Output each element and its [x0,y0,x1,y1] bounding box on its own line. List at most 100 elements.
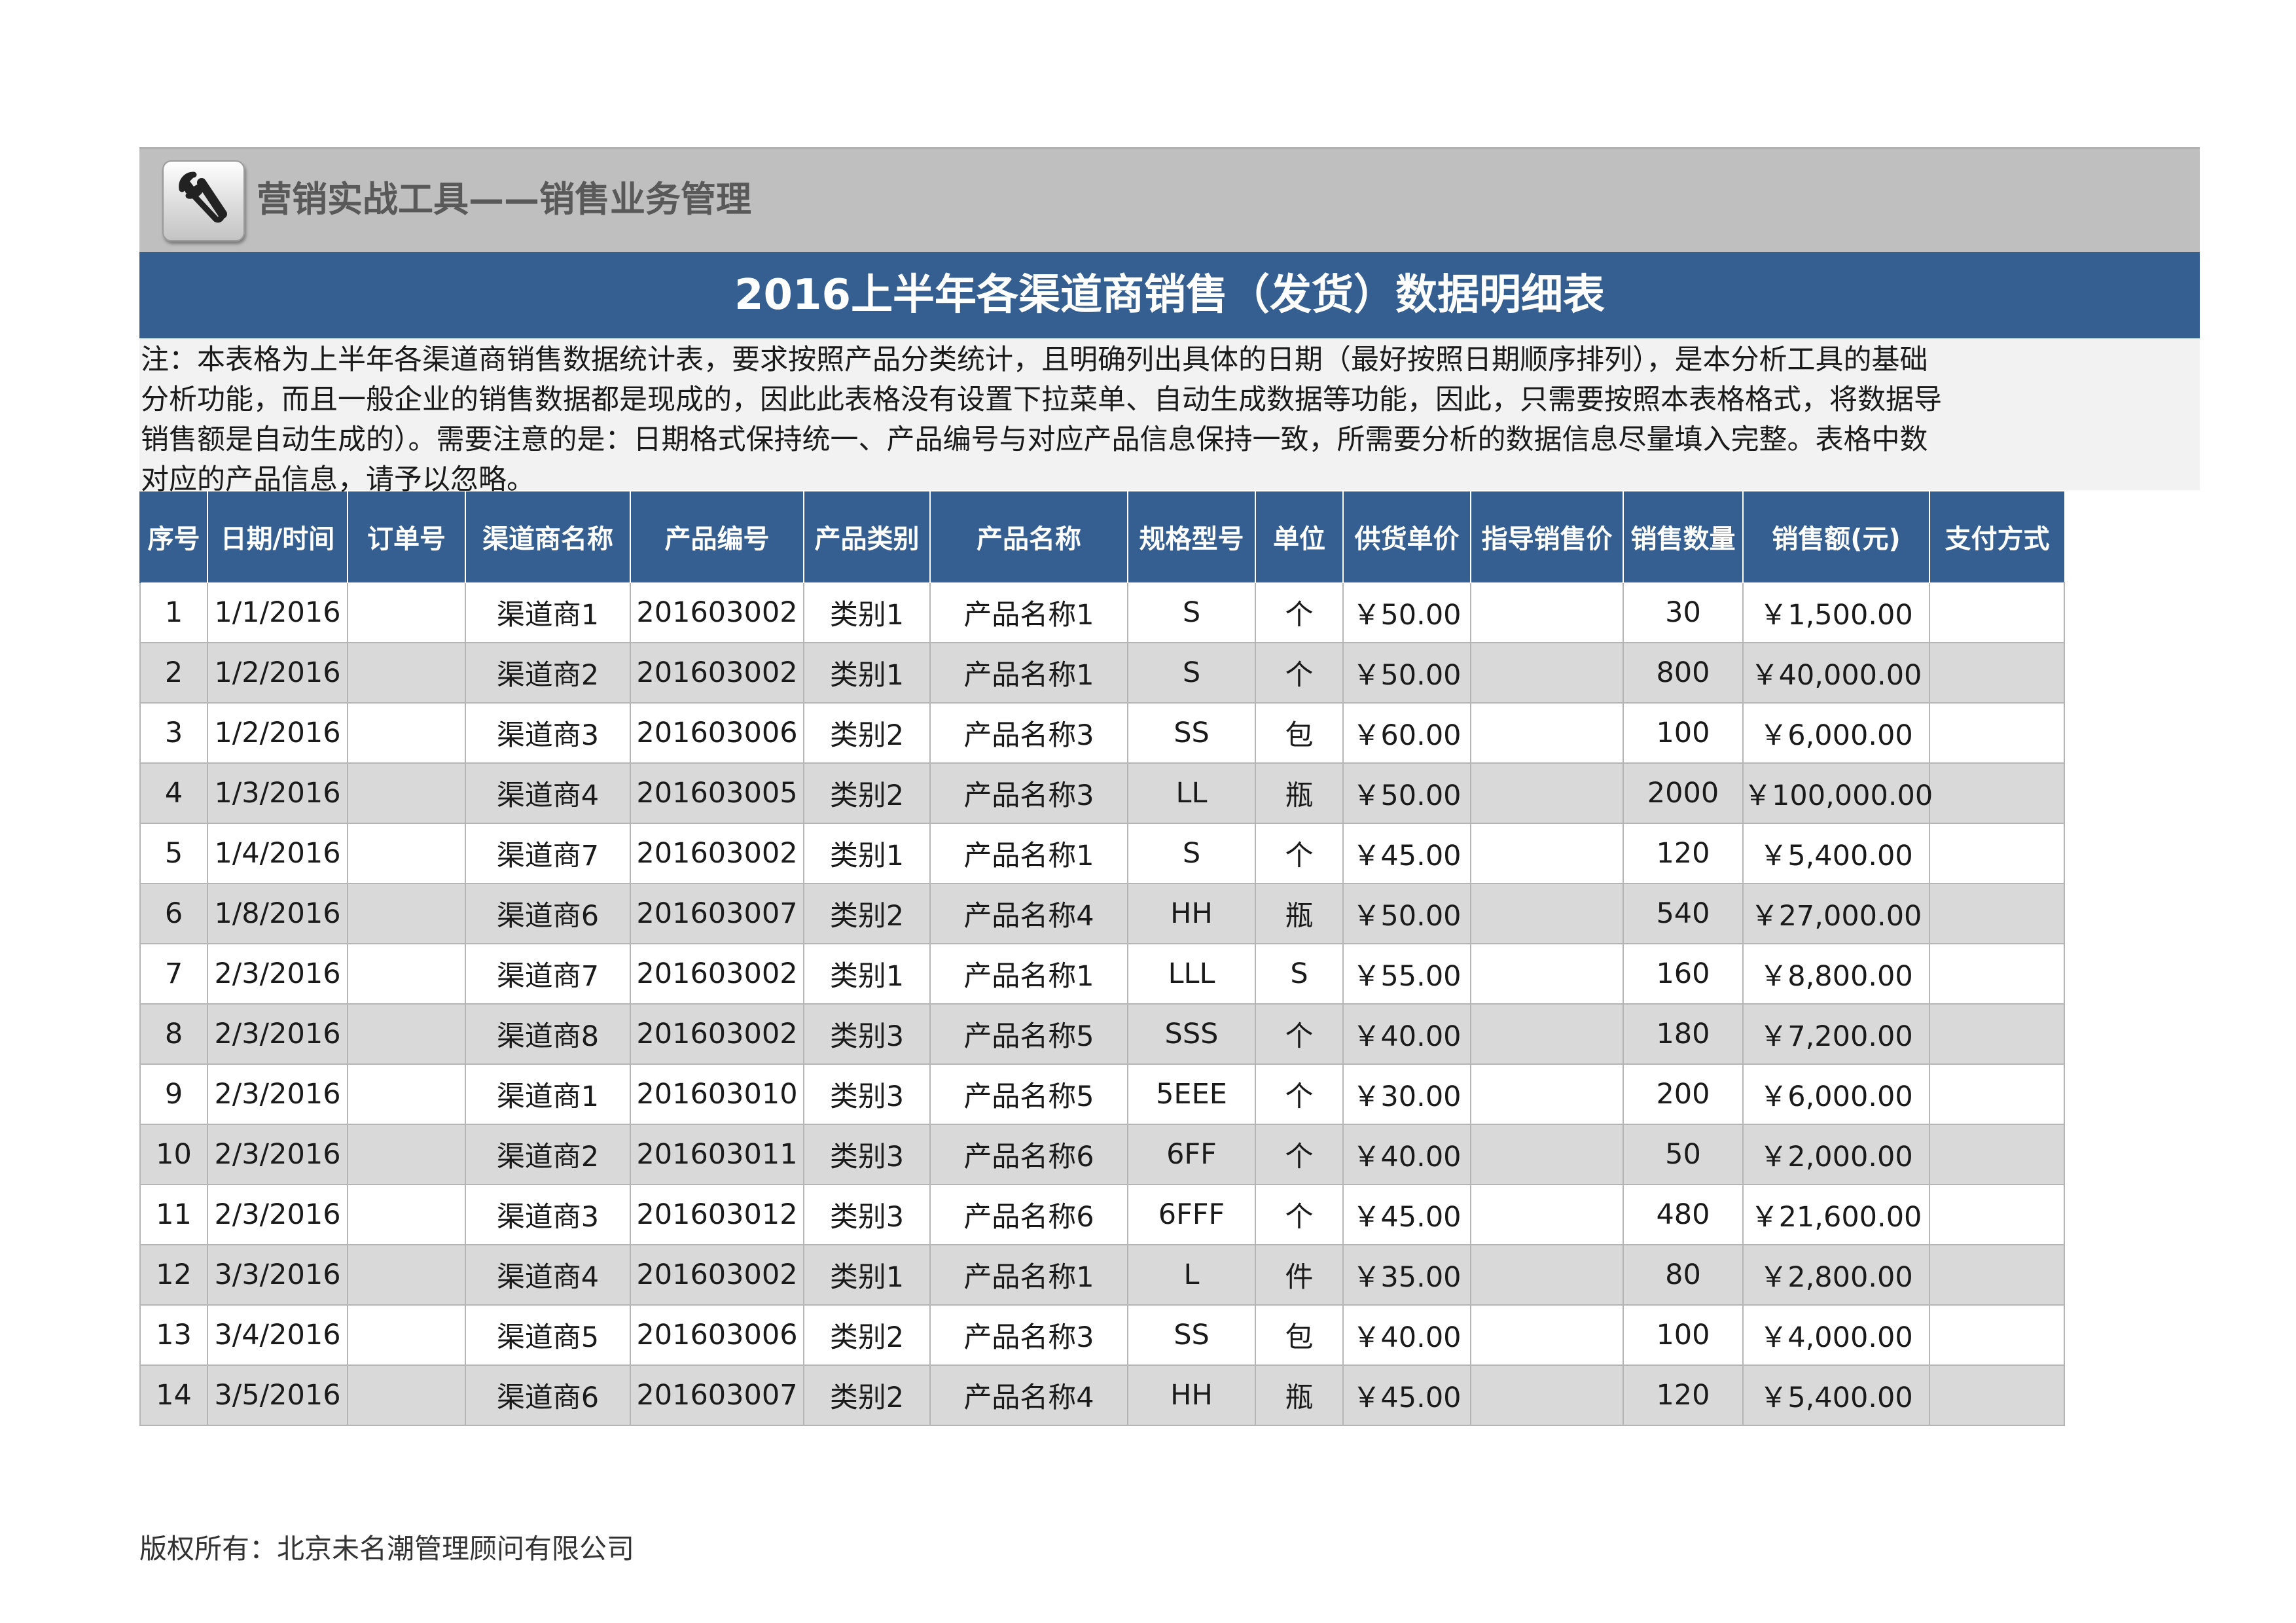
table-cell[interactable] [1929,1124,2065,1185]
table-cell[interactable]: 2/3/2016 [207,1063,348,1125]
table-cell[interactable] [1470,823,1624,884]
column-header[interactable]: 供货单价 [1342,491,1471,582]
table-cell[interactable]: ￥50.00 [1342,762,1471,824]
table-cell[interactable]: ￥35.00 [1342,1244,1471,1306]
table-cell[interactable]: S [1127,642,1256,704]
table-cell[interactable] [1929,582,2065,643]
table-cell[interactable]: 类别3 [803,1063,931,1125]
table-cell[interactable] [1929,642,2065,704]
table-cell[interactable] [347,582,466,643]
table-cell[interactable] [347,1003,466,1065]
table-cell[interactable] [347,1063,466,1125]
table-cell[interactable]: ￥55.00 [1342,943,1471,1005]
table-cell[interactable]: 3 [139,702,208,764]
table-cell[interactable] [1470,1003,1624,1065]
table-cell[interactable]: 个 [1255,582,1344,643]
table-cell[interactable]: 类别1 [803,582,931,643]
table-cell[interactable] [1470,702,1624,764]
table-cell[interactable]: 1/2/2016 [207,642,348,704]
table-cell[interactable]: 渠道商1 [465,1063,631,1125]
table-cell[interactable] [1929,1063,2065,1125]
table-cell[interactable] [347,642,466,704]
table-cell[interactable]: 渠道商3 [465,702,631,764]
table-cell[interactable]: 件 [1255,1244,1344,1306]
table-cell[interactable]: 类别3 [803,1184,931,1245]
table-cell[interactable]: ￥2,800.00 [1742,1244,1930,1306]
table-cell[interactable]: HH [1127,883,1256,944]
table-cell[interactable]: 产品名称6 [929,1124,1128,1185]
table-cell[interactable]: 产品名称3 [929,702,1128,764]
table-cell[interactable]: ￥5,400.00 [1742,823,1930,884]
table-cell[interactable]: ￥30.00 [1342,1063,1471,1125]
table-cell[interactable]: ￥4,000.00 [1742,1304,1930,1366]
table-cell[interactable]: LL [1127,762,1256,824]
table-cell[interactable]: 类别1 [803,823,931,884]
table-cell[interactable]: 201603002 [630,943,804,1005]
table-cell[interactable]: 2/3/2016 [207,1124,348,1185]
table-cell[interactable]: 产品名称1 [929,642,1128,704]
table-cell[interactable]: 1 [139,582,208,643]
table-cell[interactable] [1470,1124,1624,1185]
table-cell[interactable]: 瓶 [1255,1364,1344,1426]
column-header[interactable]: 指导销售价 [1470,491,1623,582]
column-header[interactable]: 产品类别 [803,491,930,582]
table-cell[interactable]: 类别1 [803,1244,931,1306]
table-cell[interactable]: ￥45.00 [1342,1184,1471,1245]
table-cell[interactable]: ￥60.00 [1342,702,1471,764]
table-cell[interactable]: S [1255,943,1344,1005]
table-cell[interactable]: 类别2 [803,1304,931,1366]
table-cell[interactable]: 160 [1623,943,1744,1005]
table-cell[interactable]: SSS [1127,1003,1256,1065]
table-cell[interactable] [347,1124,466,1185]
column-header[interactable]: 规格型号 [1127,491,1255,582]
table-cell[interactable] [347,1304,466,1366]
table-cell[interactable]: 类别2 [803,883,931,944]
table-cell[interactable]: 产品名称1 [929,823,1128,884]
table-cell[interactable] [1470,883,1624,944]
table-cell[interactable]: 产品名称6 [929,1184,1128,1245]
table-cell[interactable] [1470,642,1624,704]
table-cell[interactable]: 201603002 [630,823,804,884]
table-cell[interactable]: 个 [1255,1003,1344,1065]
table-cell[interactable]: 6 [139,883,208,944]
column-header[interactable]: 支付方式 [1929,491,2064,582]
column-header[interactable]: 销售额(元) [1742,491,1929,582]
table-cell[interactable]: 30 [1623,582,1744,643]
column-header[interactable]: 订单号 [347,491,465,582]
table-cell[interactable]: ￥27,000.00 [1742,883,1930,944]
table-cell[interactable]: 800 [1623,642,1744,704]
table-cell[interactable] [1470,582,1624,643]
table-cell[interactable]: 产品名称4 [929,1364,1128,1426]
table-cell[interactable]: ￥6,000.00 [1742,1063,1930,1125]
table-cell[interactable]: 1/2/2016 [207,702,348,764]
table-cell[interactable]: 120 [1623,823,1744,884]
table-cell[interactable]: 201603002 [630,582,804,643]
table-cell[interactable]: ￥7,200.00 [1742,1003,1930,1065]
table-cell[interactable]: ￥40.00 [1342,1003,1471,1065]
table-cell[interactable]: ￥45.00 [1342,823,1471,884]
table-cell[interactable]: 100 [1623,1304,1744,1366]
table-cell[interactable]: 瓶 [1255,762,1344,824]
table-cell[interactable]: L [1127,1244,1256,1306]
table-cell[interactable]: 渠道商2 [465,1124,631,1185]
column-header[interactable]: 序号 [139,491,207,582]
table-cell[interactable]: 6FF [1127,1124,1256,1185]
table-cell[interactable] [1470,1184,1624,1245]
column-header[interactable]: 产品编号 [630,491,804,582]
table-cell[interactable]: 渠道商6 [465,883,631,944]
table-cell[interactable] [1929,762,2065,824]
table-cell[interactable]: 渠道商3 [465,1184,631,1245]
table-cell[interactable]: 渠道商2 [465,642,631,704]
table-cell[interactable]: 类别3 [803,1124,931,1185]
table-cell[interactable] [1929,1003,2065,1065]
table-cell[interactable]: ￥50.00 [1342,642,1471,704]
table-cell[interactable] [1929,883,2065,944]
table-cell[interactable]: 14 [139,1364,208,1426]
table-cell[interactable]: 100 [1623,702,1744,764]
table-cell[interactable]: 类别2 [803,702,931,764]
table-cell[interactable]: 产品名称1 [929,943,1128,1005]
table-cell[interactable]: 9 [139,1063,208,1125]
column-header[interactable]: 日期/时间 [207,491,348,582]
table-cell[interactable]: 201603012 [630,1184,804,1245]
table-cell[interactable] [347,1184,466,1245]
